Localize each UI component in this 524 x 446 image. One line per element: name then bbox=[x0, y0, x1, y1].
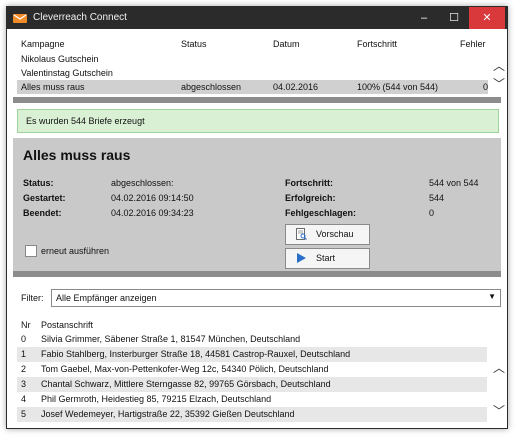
recipient-table-header: Nr Postanschrift bbox=[17, 318, 487, 332]
progress-label: Fortschritt: bbox=[285, 178, 333, 188]
campaign-progress: 100% (544 von 544) bbox=[357, 82, 439, 92]
campaign-table: Kampagne Status Datum Fortschritt Fehler… bbox=[17, 37, 488, 94]
column-header-campaign[interactable]: Kampagne bbox=[21, 39, 65, 49]
column-header-address[interactable]: Postanschrift bbox=[41, 320, 93, 330]
recipient-address: Phil Germroth, Heidestieg 85, 79215 Elza… bbox=[41, 394, 272, 404]
campaign-row-selected[interactable]: Alles muss raus abgeschlossen 04.02.2016… bbox=[17, 80, 488, 94]
filter-selected-value: Alle Empfänger anzeigen bbox=[56, 293, 157, 303]
status-label: Status: bbox=[23, 178, 54, 188]
campaign-status: abgeschlossen bbox=[181, 82, 242, 92]
failed-label: Fehlgeschlagen: bbox=[285, 208, 357, 218]
recipient-row[interactable]: 5 Josef Wedemeyer, Hartigstraße 22, 3539… bbox=[17, 407, 487, 422]
campaign-row[interactable]: Nikolaus Gutschein bbox=[17, 52, 488, 66]
campaign-scroll-down-icon[interactable]: ﹀ bbox=[493, 75, 505, 91]
recipient-address: Fabio Stahlberg, Insterburger Straße 18,… bbox=[41, 349, 351, 359]
chevron-down-icon: ▼ bbox=[488, 292, 496, 301]
recipient-nr: 3 bbox=[21, 379, 27, 389]
recipient-nr: 2 bbox=[21, 364, 27, 374]
column-header-date[interactable]: Datum bbox=[273, 39, 300, 49]
filter-dropdown[interactable]: Alle Empfänger anzeigen ▼ bbox=[51, 289, 501, 307]
progress-value: 544 von 544 bbox=[429, 178, 479, 188]
column-header-errors[interactable]: Fehler bbox=[460, 39, 486, 49]
divider[interactable] bbox=[13, 97, 501, 103]
recipient-nr: 5 bbox=[21, 409, 27, 419]
campaign-row[interactable]: Valentinstag Gutschein bbox=[17, 66, 488, 80]
recipient-list: 0 Silvia Grimmer, Säbener Straße 1, 8154… bbox=[17, 332, 487, 422]
campaign-date: 04.02.2016 bbox=[273, 82, 319, 92]
recipient-row[interactable]: 0 Silvia Grimmer, Säbener Straße 1, 8154… bbox=[17, 332, 487, 347]
app-window: Cleverreach Connect – ☐ ✕ Kampagne Statu… bbox=[6, 6, 508, 429]
ended-value: 04.02.2016 09:34:23 bbox=[111, 208, 194, 218]
recipient-address: Tom Gaebel, Max-von-Pettenkofer-Weg 12c,… bbox=[41, 364, 329, 374]
recipient-address: Chantal Schwarz, Mittlere Sterngasse 82,… bbox=[41, 379, 331, 389]
success-value: 544 bbox=[429, 193, 445, 203]
column-header-nr[interactable]: Nr bbox=[21, 320, 31, 330]
recipient-row[interactable]: 2 Tom Gaebel, Max-von-Pettenkofer-Weg 12… bbox=[17, 362, 487, 377]
campaign-name: Valentinstag Gutschein bbox=[21, 68, 113, 78]
campaign-name: Alles muss raus bbox=[21, 82, 85, 92]
success-label: Erfolgreich: bbox=[285, 193, 336, 203]
failed-value: 0 bbox=[429, 208, 435, 218]
campaign-scroll-up-icon[interactable]: ︿ bbox=[493, 57, 505, 73]
success-message-bar: Es wurden 544 Briefe erzeugt bbox=[17, 109, 499, 133]
minimize-button[interactable]: – bbox=[409, 7, 439, 29]
success-message: Es wurden 544 Briefe erzeugt bbox=[26, 116, 145, 126]
campaign-table-header: Kampagne Status Datum Fortschritt Fehler bbox=[17, 37, 488, 52]
preview-button-label: Vorschau bbox=[316, 229, 354, 239]
column-header-status[interactable]: Status bbox=[181, 39, 207, 49]
recipient-nr: 4 bbox=[21, 394, 27, 404]
recipient-scroll-up-icon[interactable]: ︿ bbox=[493, 359, 505, 375]
recipient-scroll-down-icon[interactable]: ﹀ bbox=[493, 402, 505, 418]
started-value: 04.02.2016 09:14:50 bbox=[111, 193, 194, 203]
campaign-name: Nikolaus Gutschein bbox=[21, 54, 99, 64]
campaign-details-panel: Alles muss raus Status: abgeschlossen: G… bbox=[13, 138, 501, 271]
recipient-row[interactable]: 1 Fabio Stahlberg, Insterburger Straße 1… bbox=[17, 347, 487, 362]
start-button[interactable]: Start bbox=[285, 248, 370, 269]
preview-document-icon bbox=[296, 228, 307, 240]
maximize-button[interactable]: ☐ bbox=[439, 7, 469, 29]
recipient-row[interactable]: 4 Phil Germroth, Heidestieg 85, 79215 El… bbox=[17, 392, 487, 407]
recipient-row[interactable]: 3 Chantal Schwarz, Mittlere Sterngasse 8… bbox=[17, 377, 487, 392]
start-button-label: Start bbox=[316, 253, 336, 263]
details-title: Alles muss raus bbox=[23, 147, 131, 163]
rerun-checkbox[interactable] bbox=[25, 245, 37, 257]
divider[interactable] bbox=[13, 271, 501, 277]
campaign-errors: 0 bbox=[483, 82, 489, 92]
preview-button[interactable]: Vorschau bbox=[285, 224, 370, 245]
filter-label: Filter: bbox=[21, 293, 44, 303]
rerun-label[interactable]: erneut ausführen bbox=[41, 246, 109, 256]
status-value: abgeschlossen: bbox=[111, 178, 174, 188]
recipient-nr: 1 bbox=[21, 349, 27, 359]
ended-label: Beendet: bbox=[23, 208, 62, 218]
column-header-progress[interactable]: Fortschritt bbox=[357, 39, 397, 49]
recipient-address: Silvia Grimmer, Säbener Straße 1, 81547 … bbox=[41, 334, 301, 344]
window-title: Cleverreach Connect bbox=[33, 12, 127, 23]
recipient-nr: 0 bbox=[21, 334, 27, 344]
recipient-address: Josef Wedemeyer, Hartigstraße 22, 35392 … bbox=[41, 409, 295, 419]
app-logo-icon bbox=[13, 14, 27, 23]
started-label: Gestartet: bbox=[23, 193, 66, 203]
title-bar[interactable]: Cleverreach Connect – ☐ ✕ bbox=[7, 7, 507, 29]
play-icon bbox=[297, 253, 306, 263]
close-button[interactable]: ✕ bbox=[469, 7, 505, 29]
